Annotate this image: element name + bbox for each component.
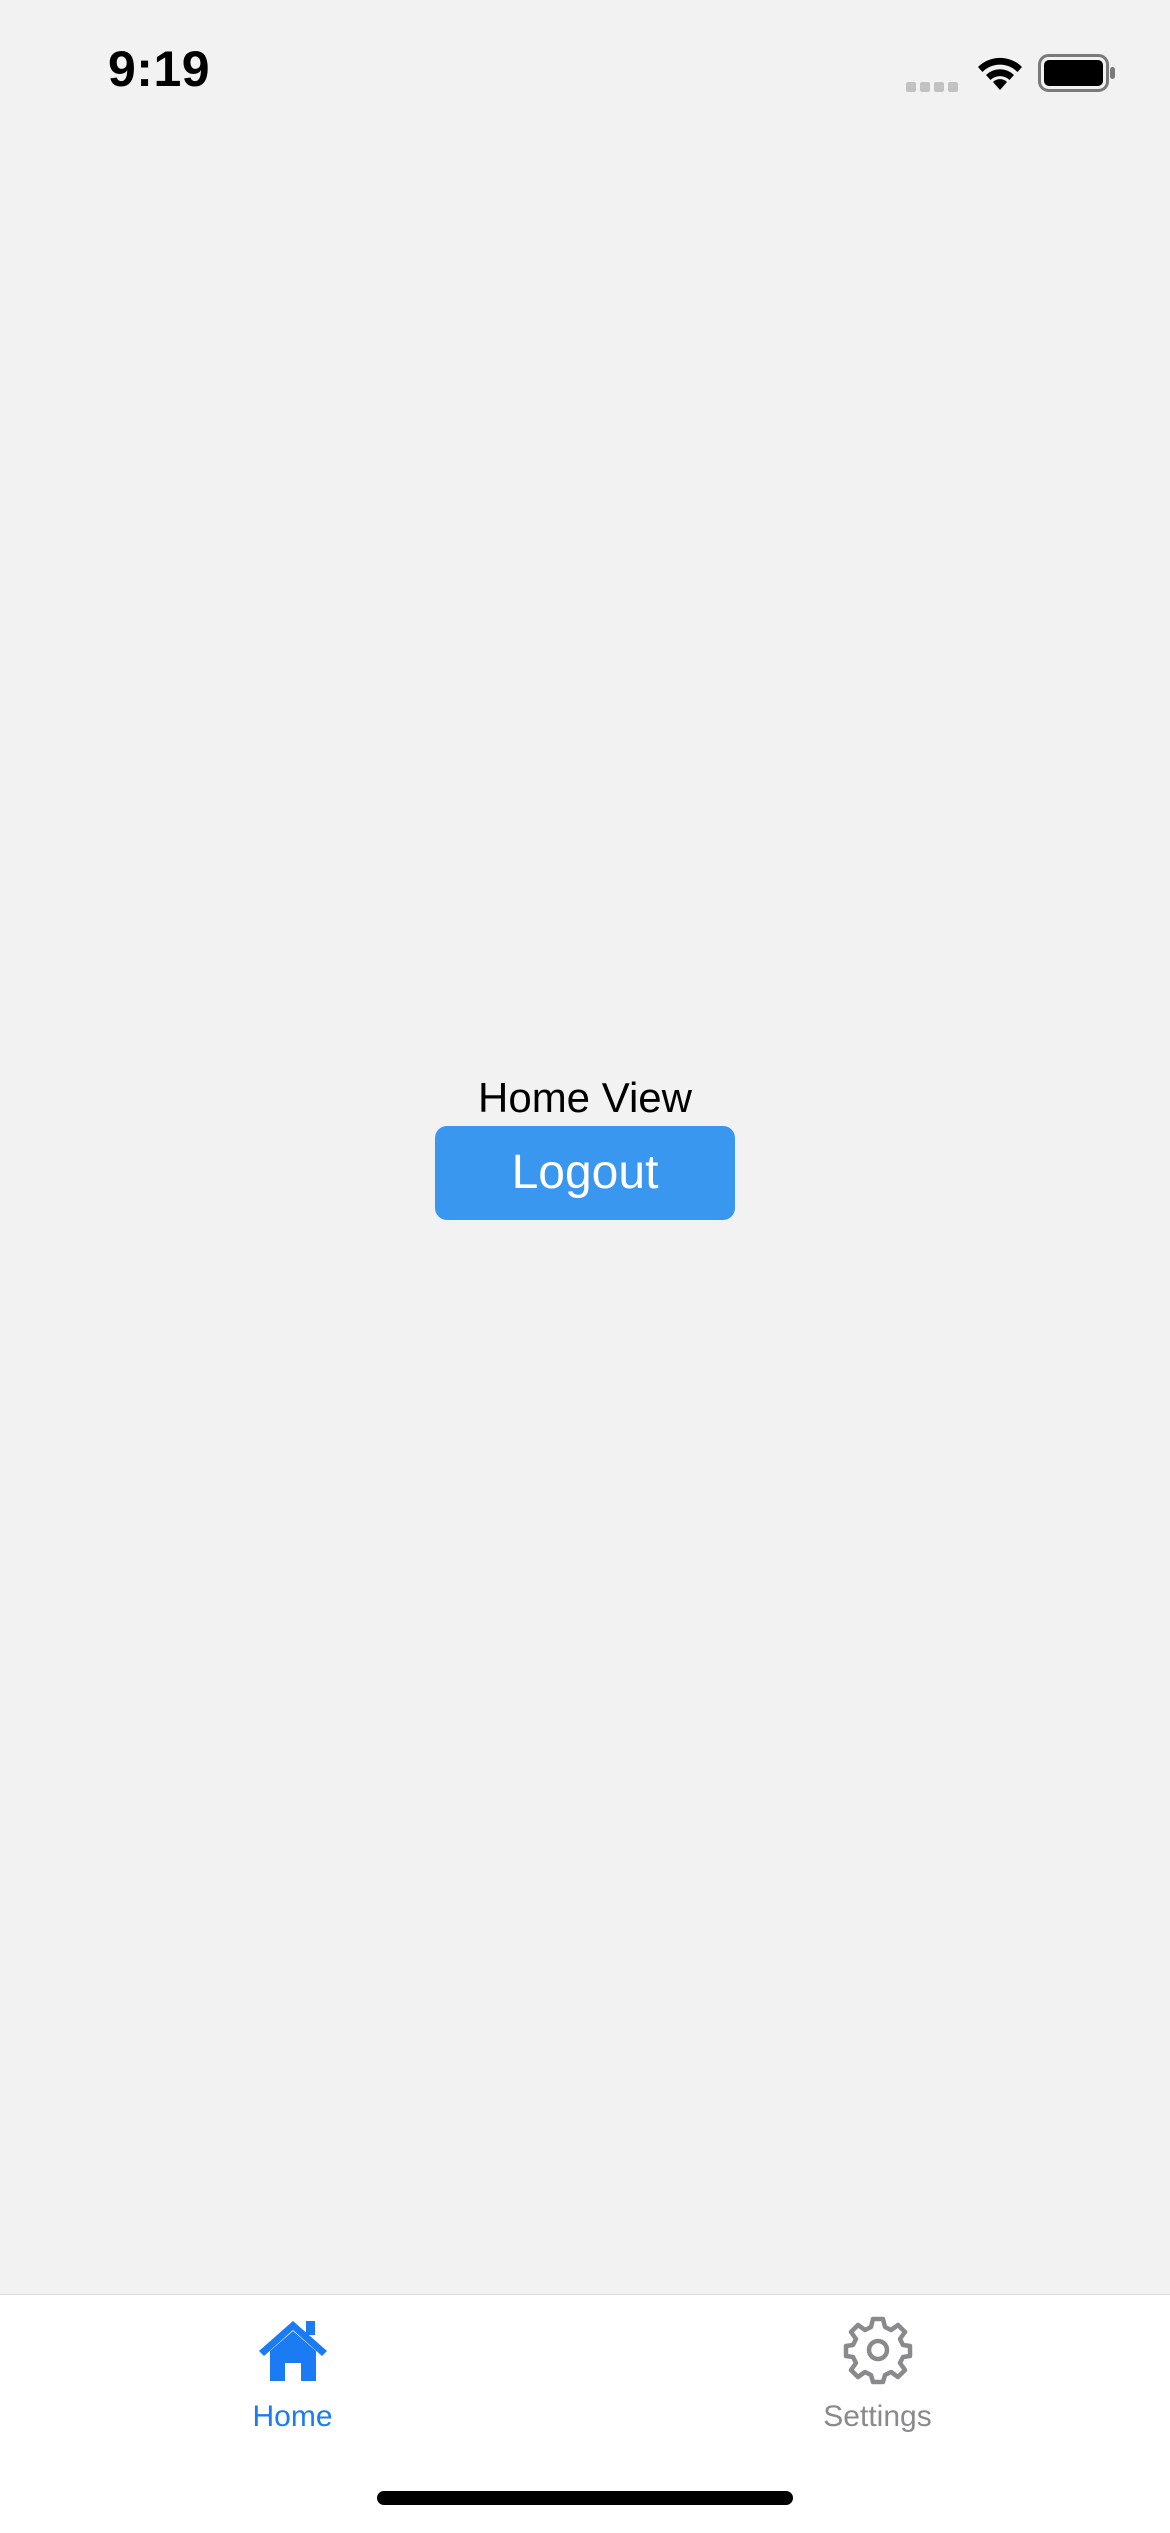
signal-icon	[906, 82, 958, 92]
status-bar: 9:19	[0, 0, 1170, 150]
gear-icon	[843, 2316, 912, 2385]
tab-bar: Home Settings	[0, 2294, 1170, 2533]
house-icon	[258, 2321, 327, 2381]
tab-home-label: Home	[252, 2400, 333, 2433]
battery-icon	[1038, 54, 1115, 92]
status-time: 9:19	[108, 41, 211, 97]
tab-settings-label: Settings	[823, 2400, 932, 2433]
logout-button[interactable]: Logout	[435, 1126, 735, 1220]
wifi-icon	[978, 57, 1022, 90]
page-title: Home View	[478, 1074, 692, 1121]
tab-settings[interactable]: Settings	[585, 2295, 1170, 2455]
tab-home[interactable]: Home	[0, 2295, 585, 2455]
home-indicator	[377, 2491, 793, 2505]
app-screen: 9:19 Home View Logout Home Settings	[0, 0, 1170, 2533]
